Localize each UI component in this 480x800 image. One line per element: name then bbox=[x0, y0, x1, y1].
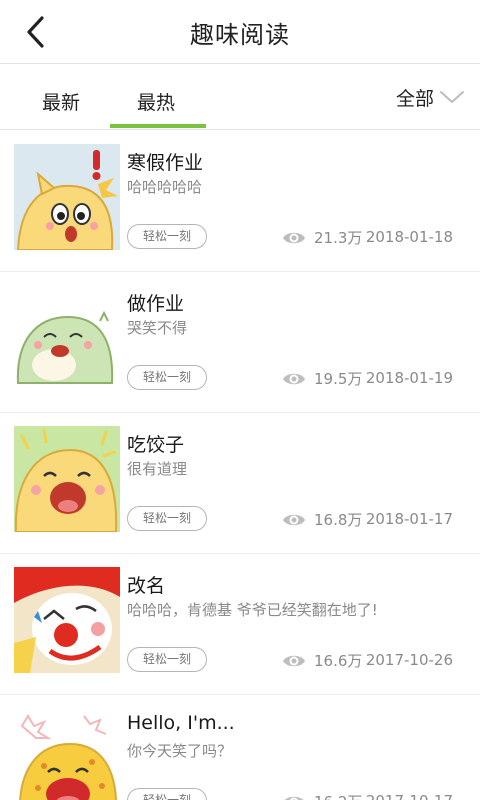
view-count-value: 16.2万 bbox=[314, 791, 362, 800]
publish-date: 2018-01-18 bbox=[365, 228, 453, 246]
article-thumbnail bbox=[14, 144, 120, 250]
page-title: 趣味阅读 bbox=[190, 21, 290, 49]
tab-hot[interactable]: 最热 bbox=[137, 88, 175, 115]
eye-icon bbox=[283, 655, 305, 666]
article-subtitle: 你今天笑了吗？ bbox=[127, 742, 233, 760]
article-subtitle: 哈哈哈，肯德基 爷爷已经笑翻在地了! bbox=[127, 601, 378, 619]
tab-bar: 最新 最热 全部 bbox=[0, 64, 480, 130]
view-count: 16.2万 bbox=[282, 791, 362, 800]
list-item[interactable]: 做作业 哭笑不得 轻松一刻 19.5万 2018-01-19 bbox=[0, 272, 480, 413]
publish-date: 2018-01-17 bbox=[365, 510, 453, 528]
header-bar: 趣味阅读 bbox=[0, 0, 480, 64]
article-title: 吃饺子 bbox=[127, 434, 185, 456]
view-count: 19.5万 bbox=[282, 368, 362, 389]
publish-date: 2017-10-26 bbox=[365, 651, 453, 669]
publish-date: 2017-10-17 bbox=[366, 792, 453, 800]
article-subtitle: 哭笑不得 bbox=[127, 319, 188, 337]
category-tag: 轻松一刻 bbox=[127, 506, 207, 531]
list-item[interactable]: 改名 哈哈哈，肯德基 爷爷已经笑翻在地了! 轻松一刻 16.6万 2017-10… bbox=[0, 554, 480, 695]
publish-date: 2018-01-19 bbox=[365, 369, 453, 387]
chevron-down-icon bbox=[440, 91, 464, 103]
view-count-value: 16.6万 bbox=[314, 652, 363, 670]
filter-label: 全部 bbox=[395, 87, 434, 110]
article-thumbnail bbox=[14, 567, 120, 673]
tab-latest[interactable]: 最新 bbox=[42, 88, 80, 115]
category-tag: 轻松一刻 bbox=[127, 224, 207, 249]
list-item[interactable]: 吃饺子 很有道理 轻松一刻 16.8万 2018-01-17 bbox=[0, 413, 480, 554]
active-tab-indicator bbox=[110, 124, 206, 128]
article-subtitle: 哈哈哈哈哈 bbox=[127, 178, 203, 196]
filter-dropdown[interactable]: 全部 bbox=[396, 84, 466, 110]
article-title: 寒假作业 bbox=[127, 152, 204, 174]
article-thumbnail bbox=[14, 708, 120, 800]
article-thumbnail bbox=[14, 285, 120, 391]
list-item[interactable]: Hello, I'm... 你今天笑了吗？ 轻松一刻 16.2万 2017-10… bbox=[0, 695, 480, 800]
eye-icon bbox=[283, 373, 305, 384]
eye-icon bbox=[284, 796, 304, 800]
category-tag: 轻松一刻 bbox=[127, 365, 207, 390]
eye-icon bbox=[283, 232, 305, 243]
view-count-value: 21.3万 bbox=[314, 229, 363, 247]
article-title: 做作业 bbox=[127, 293, 185, 315]
article-list: 寒假作业 哈哈哈哈哈 轻松一刻 21.3万 2018-01-18 做作业 哭笑不… bbox=[0, 131, 480, 800]
list-item[interactable]: 寒假作业 哈哈哈哈哈 轻松一刻 21.3万 2018-01-18 bbox=[0, 131, 480, 272]
category-tag: 轻松一刻 bbox=[127, 788, 207, 800]
view-count: 16.8万 bbox=[282, 509, 362, 530]
category-tag: 轻松一刻 bbox=[127, 647, 207, 672]
view-count: 21.3万 bbox=[282, 227, 362, 248]
article-thumbnail bbox=[14, 426, 120, 532]
view-count: 16.6万 bbox=[282, 650, 362, 671]
view-count-value: 19.5万 bbox=[314, 370, 363, 388]
eye-icon bbox=[283, 514, 305, 525]
article-title: Hello, I'm... bbox=[127, 712, 235, 734]
view-count-value: 16.8万 bbox=[314, 511, 363, 529]
article-subtitle: 很有道理 bbox=[127, 460, 188, 478]
article-title: 改名 bbox=[127, 575, 166, 597]
